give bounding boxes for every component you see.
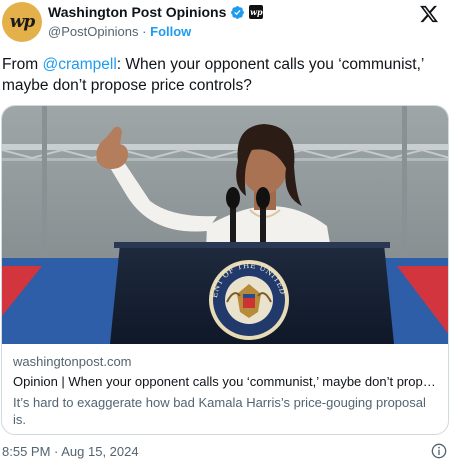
info-icon[interactable] xyxy=(431,443,447,459)
tweet-prefix: From xyxy=(2,56,43,73)
article-photo: PRESIDENT OF THE UNITED STATES xyxy=(2,106,448,344)
affiliate-badge-text: wp xyxy=(250,7,263,17)
tweet-header: wp Washington Post Opinions wp @PostOpin… xyxy=(0,0,453,46)
card-domain: washingtonpost.com xyxy=(13,354,132,369)
mention-link[interactable]: @crampell xyxy=(42,56,116,73)
affiliate-badge: wp xyxy=(249,5,264,19)
account-handle[interactable]: @PostOpinions xyxy=(48,24,139,39)
separator: · xyxy=(142,24,147,39)
card-title[interactable]: Opinion | When your opponent calls you ‘… xyxy=(13,374,439,389)
follow-button[interactable]: Follow xyxy=(150,24,191,39)
tweet-text: From @crampell: When your opponent calls… xyxy=(2,54,442,96)
avatar[interactable]: wp xyxy=(2,2,42,42)
handle-row: @PostOpinions · Follow xyxy=(48,24,191,39)
x-logo-icon[interactable] xyxy=(419,4,439,24)
verified-badge-icon xyxy=(231,5,245,19)
link-card[interactable]: PRESIDENT OF THE UNITED STATES washingto… xyxy=(1,105,449,435)
name-row: Washington Post Opinions wp xyxy=(48,4,264,20)
timestamp[interactable]: 8:55 PM · Aug 15, 2024 xyxy=(2,444,139,459)
account-name[interactable]: Washington Post Opinions xyxy=(48,4,226,20)
card-description: It’s hard to exaggerate how bad Kamala H… xyxy=(13,395,426,427)
avatar-monogram: wp xyxy=(9,12,36,32)
